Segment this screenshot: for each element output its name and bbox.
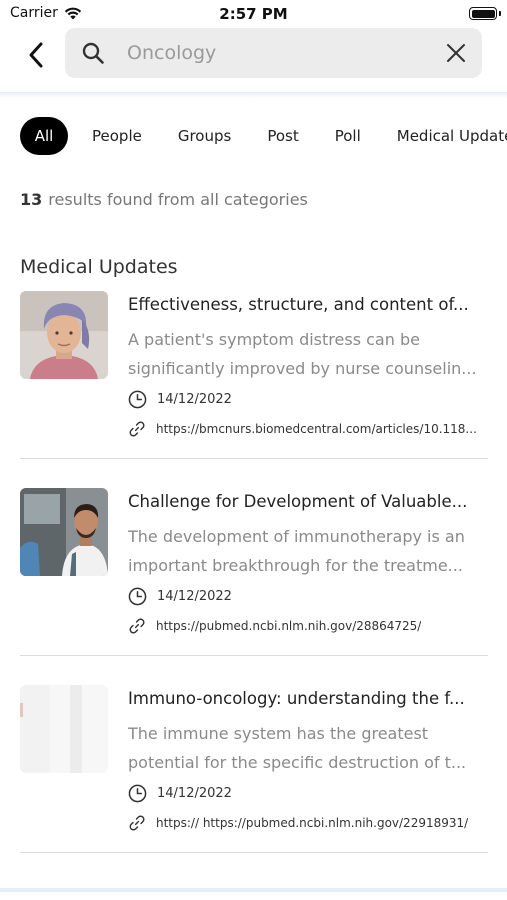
close-icon[interactable] bbox=[444, 41, 468, 65]
tab-poll[interactable]: Poll bbox=[323, 117, 373, 155]
battery-icon bbox=[469, 7, 497, 20]
article-date: 14/12/2022 bbox=[157, 785, 232, 801]
search-input[interactable] bbox=[127, 28, 427, 78]
article-card[interactable]: Challenge for Development of Valuable...… bbox=[20, 488, 488, 656]
article-title: Immuno-oncology: understanding the f... bbox=[128, 689, 465, 708]
tab-post[interactable]: Post bbox=[255, 117, 310, 155]
status-time: 2:57 PM bbox=[219, 5, 288, 23]
article-date: 14/12/2022 bbox=[157, 391, 232, 407]
results-text: results found from all categories bbox=[48, 190, 308, 209]
results-count: 13 bbox=[20, 190, 43, 209]
back-button[interactable] bbox=[22, 38, 50, 72]
article-card[interactable]: Effectiveness, structure, and content of… bbox=[20, 291, 488, 459]
tab-all[interactable]: All bbox=[20, 117, 68, 155]
tab-medical-updates[interactable]: Medical Updates bbox=[385, 117, 507, 155]
tab-people[interactable]: People bbox=[80, 117, 154, 155]
article-link[interactable]: https://bmcnurs.biomedcentral.com/articl… bbox=[156, 422, 477, 436]
results-summary: 13 results found from all categories bbox=[20, 190, 308, 209]
category-tabs: All People Groups Post Poll Medical Upda… bbox=[20, 116, 507, 156]
article-thumbnail bbox=[20, 291, 108, 379]
clock-icon bbox=[128, 587, 147, 605]
article-date: 14/12/2022 bbox=[157, 588, 232, 604]
search-bar bbox=[65, 28, 482, 78]
article-link[interactable]: https://pubmed.ncbi.nlm.nih.gov/28864725… bbox=[156, 619, 421, 633]
article-card[interactable]: Immuno-oncology: understanding the f... … bbox=[20, 685, 488, 853]
article-title: Effectiveness, structure, and content of… bbox=[128, 295, 469, 314]
bottom-divider bbox=[0, 888, 507, 892]
section-title: Medical Updates bbox=[20, 256, 178, 278]
search-icon bbox=[82, 42, 104, 64]
article-description: The development of immunotherapy is an i… bbox=[128, 527, 465, 575]
search-header bbox=[0, 28, 507, 84]
chevron-left-icon bbox=[29, 42, 43, 68]
status-bar: Carrier 2:57 PM bbox=[0, 0, 507, 28]
link-icon bbox=[129, 421, 145, 437]
article-description: The immune system has the greatest poten… bbox=[128, 724, 467, 772]
clock-icon bbox=[128, 390, 147, 408]
clock-icon bbox=[128, 784, 147, 802]
article-thumbnail bbox=[20, 488, 108, 576]
header-divider bbox=[0, 92, 507, 98]
link-icon bbox=[129, 618, 145, 634]
article-title: Challenge for Development of Valuable... bbox=[128, 492, 468, 511]
article-thumbnail bbox=[20, 685, 108, 773]
article-link[interactable]: https:// https://pubmed.ncbi.nlm.nih.gov… bbox=[156, 816, 468, 830]
tab-groups[interactable]: Groups bbox=[166, 117, 243, 155]
article-description: A patient's symptom distress can be sign… bbox=[128, 330, 477, 378]
link-icon bbox=[129, 815, 145, 831]
